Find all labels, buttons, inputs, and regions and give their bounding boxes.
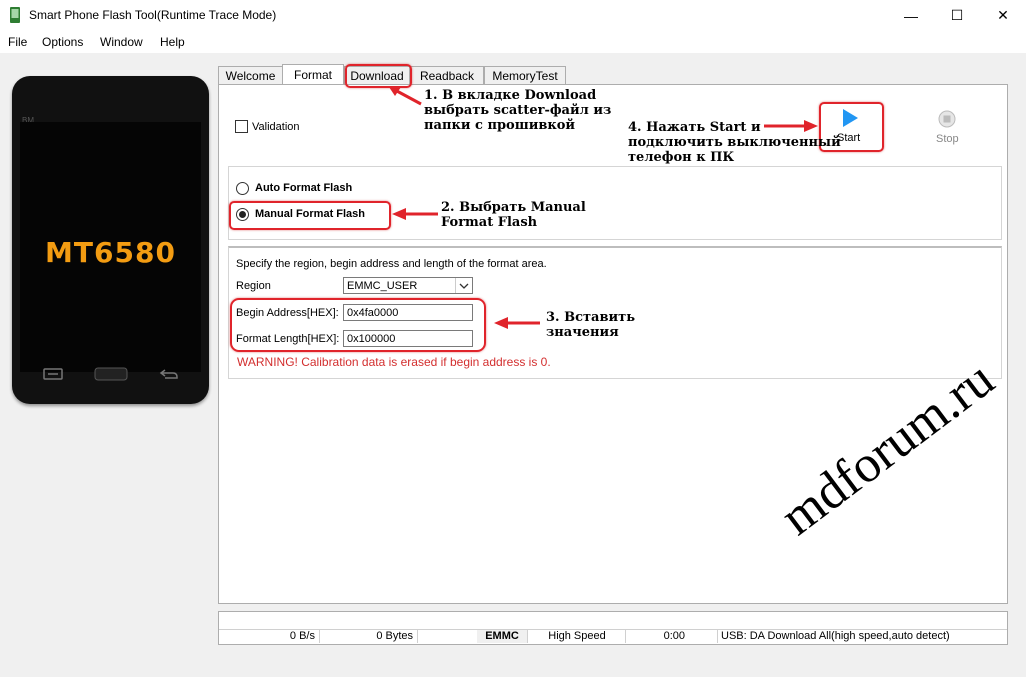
status-bar: 0 B/s 0 Bytes EMMC High Speed 0:00 USB: … [218,611,1008,645]
manual-format-radio[interactable] [236,208,249,221]
region-select[interactable]: EMMC_USER [343,277,473,294]
menu-icon [43,368,63,380]
begin-address-value: 0x4fa0000 [347,307,399,319]
window-title: Smart Phone Flash Tool(Runtime Trace Mod… [29,8,277,22]
stop-label: Stop [936,133,959,145]
format-mode-group [228,166,1002,240]
region-value: EMMC_USER [347,280,418,292]
manual-format-label: Manual Format Flash [255,208,366,220]
maximize-button[interactable]: ☐ [934,0,980,31]
format-length-label: Format Length[HEX]: [236,333,340,345]
tab-download[interactable]: Download [344,66,410,85]
auto-format-radio[interactable] [236,182,249,195]
close-button[interactable]: ✕ [980,0,1026,31]
annotation-step3: 3. Вставить значения [546,310,636,340]
status-time: 0:00 [629,630,718,643]
stop-icon [938,110,956,128]
validation-label: Validation [252,121,300,133]
status-mode: High Speed [529,630,626,643]
arrow-icon [494,317,540,329]
status-usb: USB: DA Download All(high speed,auto det… [721,630,950,642]
begin-address-label: Begin Address[HEX]: [236,307,339,319]
tab-format[interactable]: Format [282,64,344,85]
tab-memorytest[interactable]: MemoryTest [484,66,566,85]
close-icon: ✕ [997,7,1009,23]
auto-format-label: Auto Format Flash [255,182,353,194]
stop-button[interactable]: Stop [925,109,969,149]
annotation-step4: 4. Нажать Start и подключить выключенный… [628,120,841,165]
maximize-icon: ☐ [950,7,964,23]
instructions-text: Specify the region, begin address and le… [236,258,547,270]
chevron-down-icon [455,278,472,293]
status-storage: EMMC [477,630,528,643]
status-bytes: 0 Bytes [319,630,418,643]
minimize-button[interactable]: — [888,0,934,31]
menu-help[interactable]: Help [160,35,185,49]
arrow-icon [392,208,438,220]
phone-model: MT6580 [45,236,176,269]
arrow-icon [389,87,422,106]
menu-options[interactable]: Options [42,35,83,49]
menu-window[interactable]: Window [100,35,143,49]
play-icon [843,109,858,127]
annotation-step2: 2. Выбрать Manual Format Flash [441,200,586,230]
menu-bar: File Options Window Help [0,31,1026,53]
app-icon [10,7,20,23]
minimize-icon: — [904,7,918,24]
status-speed: 0 B/s [219,630,320,643]
begin-address-input[interactable]: 0x4fa0000 [343,304,473,321]
title-bar: Smart Phone Flash Tool(Runtime Trace Mod… [0,0,1026,31]
format-length-value: 0x100000 [347,333,396,345]
region-label: Region [236,280,271,292]
tab-readback[interactable]: Readback [410,66,484,85]
annotation-step1: 1. В вкладке Download выбрать scatter-фа… [424,88,612,133]
tab-welcome[interactable]: Welcome [218,66,283,85]
format-length-input[interactable]: 0x100000 [343,330,473,347]
progress-bar [219,612,1007,630]
menu-file[interactable]: File [8,35,27,49]
phone-image: BM MT6580 [12,76,209,404]
home-icon [94,367,128,381]
back-icon [159,369,178,379]
validation-checkbox[interactable] [235,120,248,133]
warning-text: WARNING! Calibration data is erased if b… [237,355,551,369]
